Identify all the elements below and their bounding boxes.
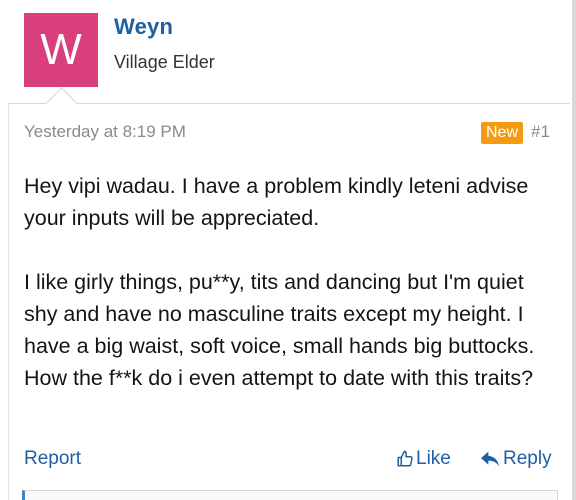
like-button[interactable]: Like [396, 448, 451, 470]
scroll-edge [572, 0, 576, 500]
author-name[interactable]: Weyn [114, 14, 173, 40]
post-body: Hey vipi wadau. I have a problem kindly … [24, 170, 554, 394]
post-number-link[interactable]: #1 [531, 122, 550, 142]
reply-label: Reply [503, 448, 552, 469]
thumbs-up-icon [396, 450, 414, 468]
post-left-border [8, 104, 9, 500]
author-divider [8, 103, 570, 104]
report-button[interactable]: Report [24, 448, 81, 470]
post-paragraph: I like girly things, pu**y, tits and dan… [24, 270, 535, 390]
post-timestamp[interactable]: Yesterday at 8:19 PM [24, 122, 186, 142]
author-title: Village Elder [114, 52, 215, 72]
avatar[interactable]: W [24, 13, 98, 87]
avatar-letter: W [40, 25, 82, 74]
post-page: W Weyn Village Elder Yesterday at 8:19 P… [0, 0, 576, 500]
post-actions: Report Like Reply [0, 442, 576, 476]
like-label: Like [416, 448, 451, 469]
reply-arrow-icon [480, 450, 500, 468]
new-badge: New [481, 122, 524, 144]
quick-reply-box[interactable] [22, 490, 558, 500]
post-paragraph: Hey vipi wadau. I have a problem kindly … [24, 174, 529, 230]
author-block: W Weyn Village Elder [0, 0, 576, 104]
reply-button[interactable]: Reply [480, 448, 552, 470]
